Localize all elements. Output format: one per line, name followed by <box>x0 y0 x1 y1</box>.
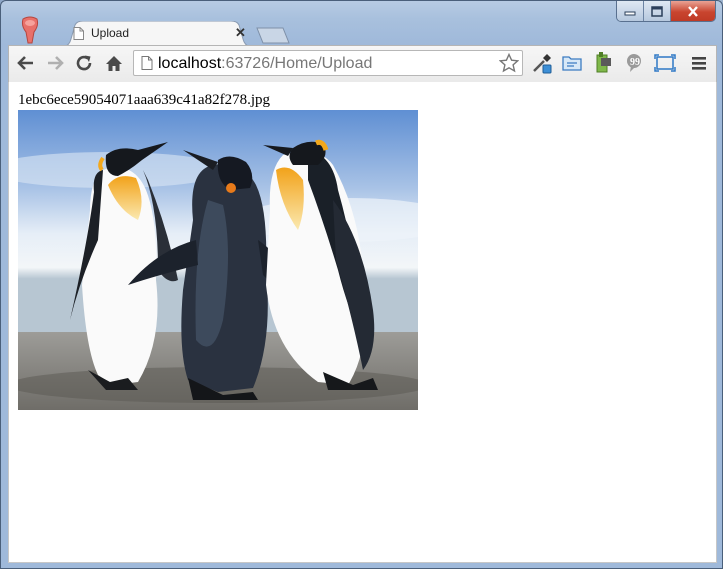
page-icon <box>73 27 84 40</box>
url-text[interactable]: localhost:63726/Home/Upload <box>158 55 372 73</box>
quote-icon[interactable]: 99 <box>623 52 645 74</box>
svg-text:99: 99 <box>630 57 640 68</box>
hamburger-menu-icon[interactable] <box>688 52 710 74</box>
url-host: localhost <box>158 55 222 72</box>
fullscreen-icon[interactable] <box>654 52 676 74</box>
back-arrow-icon[interactable] <box>15 52 37 74</box>
tab-upload[interactable]: Upload ✕ <box>61 21 253 47</box>
reload-icon[interactable] <box>73 52 95 74</box>
maximize-button[interactable] <box>644 1 671 21</box>
uploaded-filename: 1ebc6ece59054071aaa639c41a82f278.jpg <box>18 92 270 108</box>
folder-icon[interactable] <box>561 52 583 74</box>
page-content: 1ebc6ece59054071aaa639c41a82f278.jpg <box>8 82 717 563</box>
url-path: :63726/Home/Upload <box>221 55 373 72</box>
forward-arrow-icon[interactable] <box>44 52 66 74</box>
omnibox[interactable]: localhost:63726/Home/Upload <box>133 50 523 76</box>
close-window-button[interactable] <box>671 1 715 21</box>
eyedropper-icon[interactable] <box>531 52 553 74</box>
home-icon[interactable] <box>103 52 125 74</box>
bookmark-star-icon[interactable] <box>498 52 520 78</box>
app-logo-icon <box>19 16 41 44</box>
browser-window: Upload ✕ localhost:63726/Home/Upload 99 … <box>0 0 723 569</box>
new-tab-button[interactable] <box>255 27 291 44</box>
minimize-button[interactable] <box>617 1 644 21</box>
tab-title: Upload <box>91 26 130 40</box>
penguins-photo <box>18 110 418 410</box>
browser-toolbar: localhost:63726/Home/Upload 99 <box>8 45 717 83</box>
window-caption-buttons <box>616 1 716 22</box>
evernote-icon[interactable] <box>592 52 614 74</box>
page-info-icon[interactable] <box>141 56 153 75</box>
tab-close-icon[interactable]: ✕ <box>235 25 246 41</box>
